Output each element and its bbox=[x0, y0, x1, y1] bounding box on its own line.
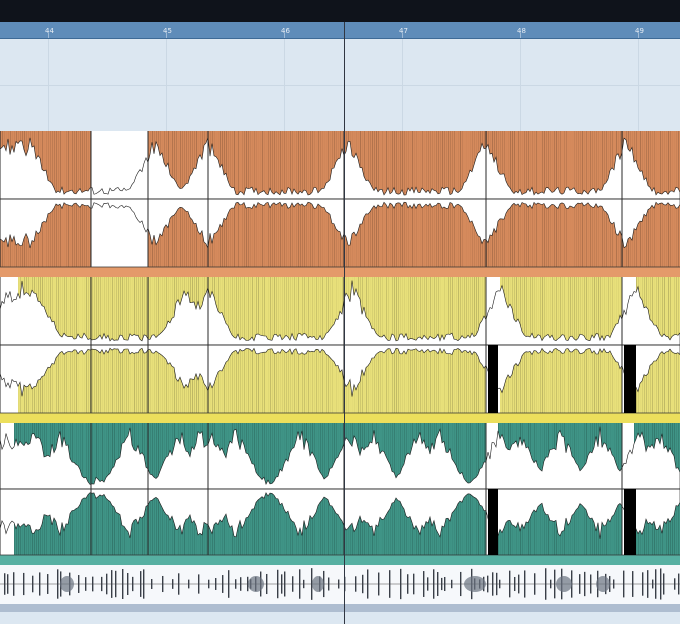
audio-track-orange[interactable] bbox=[0, 131, 680, 277]
audio-track-yellow[interactable] bbox=[0, 277, 680, 423]
timeline-ruler[interactable]: 44 45 46 47 48 49 bbox=[0, 22, 680, 39]
playhead-cursor[interactable] bbox=[344, 22, 345, 624]
audio-track-teal[interactable] bbox=[0, 423, 680, 565]
waveform-orange bbox=[0, 131, 680, 277]
top-toolbar bbox=[0, 0, 680, 22]
waveform-transients bbox=[0, 565, 680, 604]
waveform-teal bbox=[0, 423, 680, 565]
audio-track-transients[interactable] bbox=[0, 565, 680, 604]
empty-track-area[interactable] bbox=[0, 39, 680, 131]
waveform-yellow bbox=[0, 277, 680, 423]
bottom-empty-lane bbox=[0, 612, 680, 624]
